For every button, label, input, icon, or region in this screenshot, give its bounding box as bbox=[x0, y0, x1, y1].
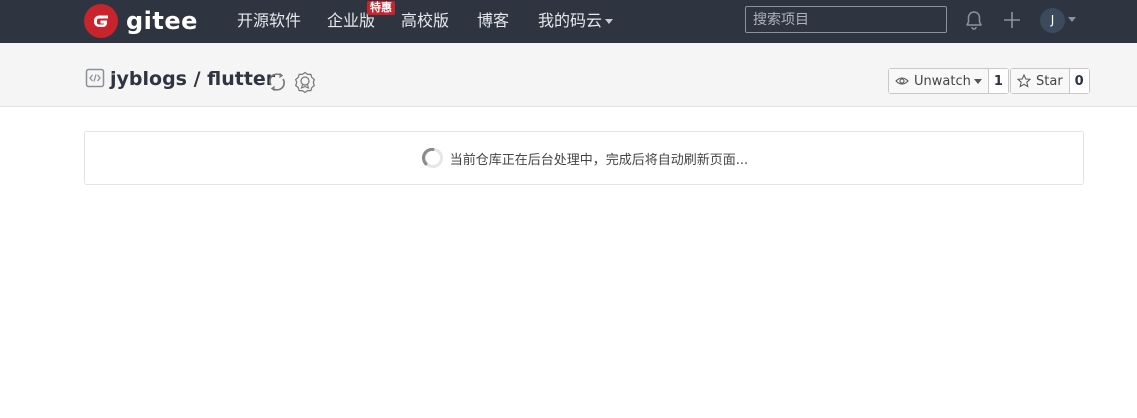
loading-spinner-icon bbox=[421, 147, 443, 168]
unwatch-button[interactable]: Unwatch bbox=[889, 69, 989, 93]
processing-status-box: 当前仓库正在后台处理中，完成后将自动刷新页面... bbox=[84, 131, 1084, 185]
repo-header: jyblogs / flutter Unwatch 1 Star 0 bbox=[0, 43, 1137, 107]
watch-count[interactable]: 1 bbox=[988, 69, 1008, 93]
watch-button-group[interactable]: Unwatch 1 bbox=[888, 68, 1009, 94]
star-count[interactable]: 0 bbox=[1069, 69, 1089, 93]
nav-open-source[interactable]: 开源软件 bbox=[237, 0, 301, 43]
star-label: Star bbox=[1036, 73, 1063, 89]
status-message: 当前仓库正在后台处理中，完成后将自动刷新页面... bbox=[449, 152, 749, 168]
star-button-group[interactable]: Star 0 bbox=[1010, 68, 1090, 94]
chevron-down-icon bbox=[605, 19, 614, 24]
bell-icon[interactable] bbox=[963, 9, 985, 31]
promo-badge: 特惠 bbox=[367, 1, 395, 15]
star-button[interactable]: Star bbox=[1011, 69, 1070, 93]
logo-text: gitee bbox=[126, 7, 198, 35]
gitee-logo-icon bbox=[84, 4, 118, 38]
avatar[interactable]: J bbox=[1040, 8, 1065, 33]
code-repo-icon bbox=[85, 68, 105, 88]
nav-education[interactable]: 高校版 bbox=[401, 0, 449, 43]
repo-title[interactable]: jyblogs / flutter bbox=[110, 67, 275, 91]
status-content: 当前仓库正在后台处理中，完成后将自动刷新页面... bbox=[85, 132, 1085, 184]
nav-my-gitee[interactable]: 我的码云 bbox=[538, 0, 614, 43]
unwatch-label: Unwatch bbox=[914, 73, 971, 89]
nav-blog[interactable]: 博客 bbox=[477, 0, 509, 43]
avatar-chevron-down-icon[interactable] bbox=[1068, 17, 1076, 22]
gitee-logo[interactable]: gitee bbox=[84, 4, 198, 38]
sync-icon bbox=[269, 72, 285, 92]
search-input[interactable] bbox=[745, 6, 947, 33]
eye-icon bbox=[895, 77, 909, 85]
award-icon[interactable] bbox=[294, 71, 316, 93]
plus-icon[interactable] bbox=[1001, 9, 1023, 31]
star-icon bbox=[1017, 74, 1031, 88]
chevron-down-icon bbox=[973, 78, 982, 84]
top-navbar: gitee 开源软件 企业版 特惠 高校版 博客 我的码云 J bbox=[0, 0, 1137, 43]
nav-my-gitee-label: 我的码云 bbox=[538, 11, 603, 30]
